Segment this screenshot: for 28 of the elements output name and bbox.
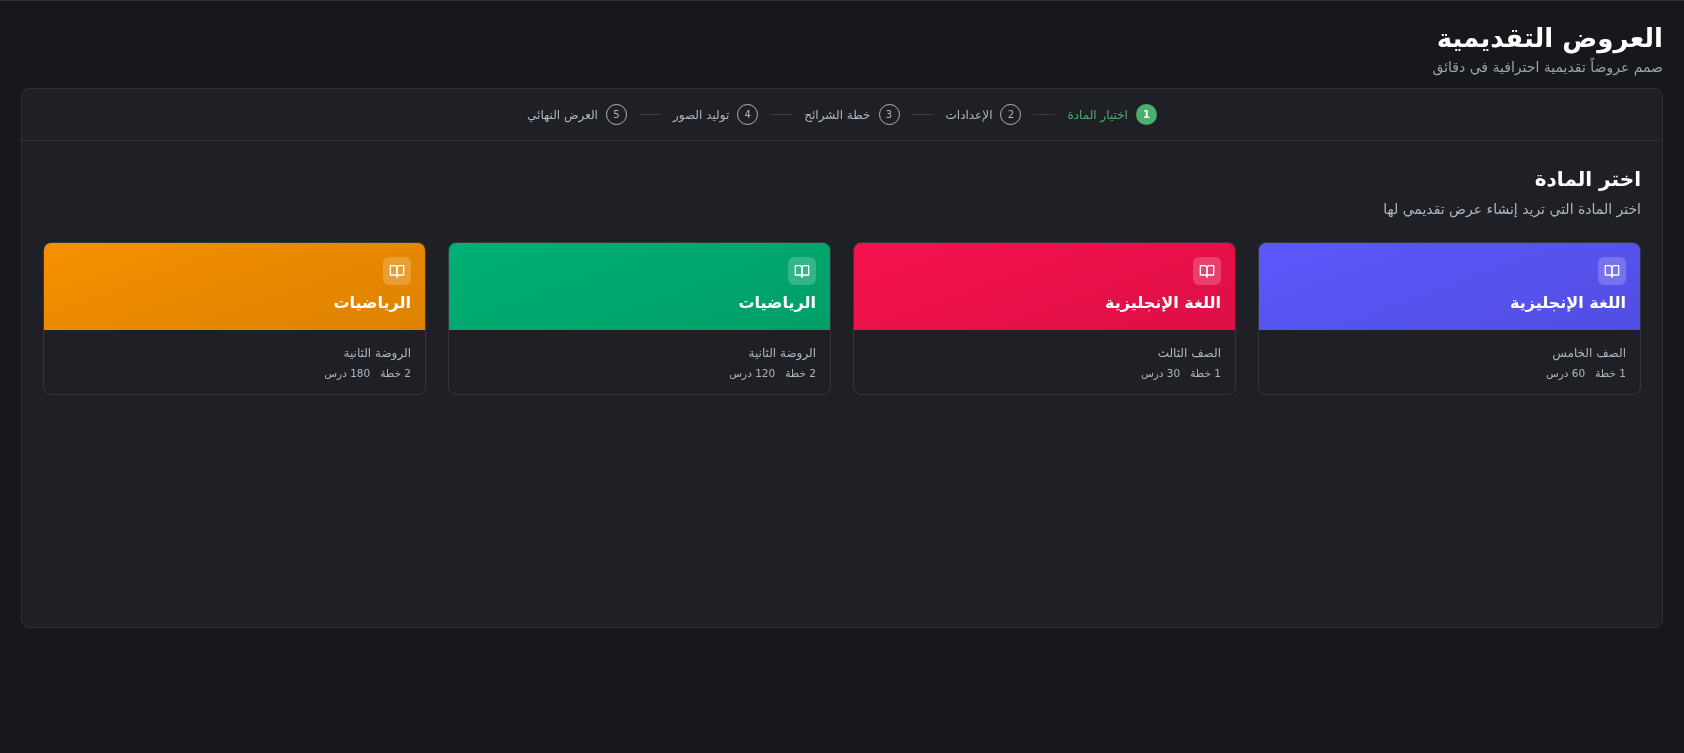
- subject-card[interactable]: الرياضيات الروضة الثانية 2 خطة 120 درس: [448, 242, 831, 395]
- page-subtitle: صمم عروضاً تقديمية احترافية في دقائق: [1431, 57, 1663, 78]
- grade-label: الصف الخامس: [1551, 345, 1626, 362]
- plans-count: 2 خطة: [785, 366, 816, 381]
- subject-card[interactable]: اللغة الإنجليزية الصف الخامس 1 خطة 60 درس: [1258, 242, 1641, 395]
- lessons-count: 30 درس: [1140, 366, 1181, 382]
- lessons-count: 60 درس: [1545, 366, 1586, 382]
- subject-name: اللغة الإنجليزية: [1510, 292, 1626, 314]
- grade-label: الروضة الثانية: [342, 345, 411, 362]
- lessons-count: 120 درس: [729, 366, 776, 382]
- plans-count: 1 خطة: [1190, 366, 1221, 381]
- book-icon: [389, 263, 405, 279]
- subject-name: اللغة الإنجليزية: [1105, 292, 1221, 314]
- subject-name: الرياضيات: [738, 292, 816, 314]
- grade-label: الصف الثالث: [1156, 345, 1221, 362]
- plans-count: 2 خطة: [380, 366, 411, 381]
- grade-label: الروضة الثانية: [747, 345, 816, 362]
- lessons-count: 180 درس: [324, 366, 371, 382]
- subject-card[interactable]: اللغة الإنجليزية الصف الثالث 1 خطة 30 درس: [853, 242, 1236, 395]
- subject-card[interactable]: الرياضيات الروضة الثانية 2 خطة 180 درس: [43, 242, 426, 395]
- section-subtitle: اختر المادة التي تريد إنشاء عرض تقديمي لها: [1382, 200, 1641, 220]
- subject-name: الرياضيات: [333, 292, 411, 314]
- book-icon: [1199, 263, 1215, 279]
- book-icon: [1604, 263, 1620, 279]
- page-title: العروض التقديمية: [1435, 22, 1663, 55]
- plans-count: 1 خطة: [1595, 366, 1626, 381]
- book-icon: [794, 263, 810, 279]
- section-title: اختر المادة: [1533, 166, 1641, 193]
